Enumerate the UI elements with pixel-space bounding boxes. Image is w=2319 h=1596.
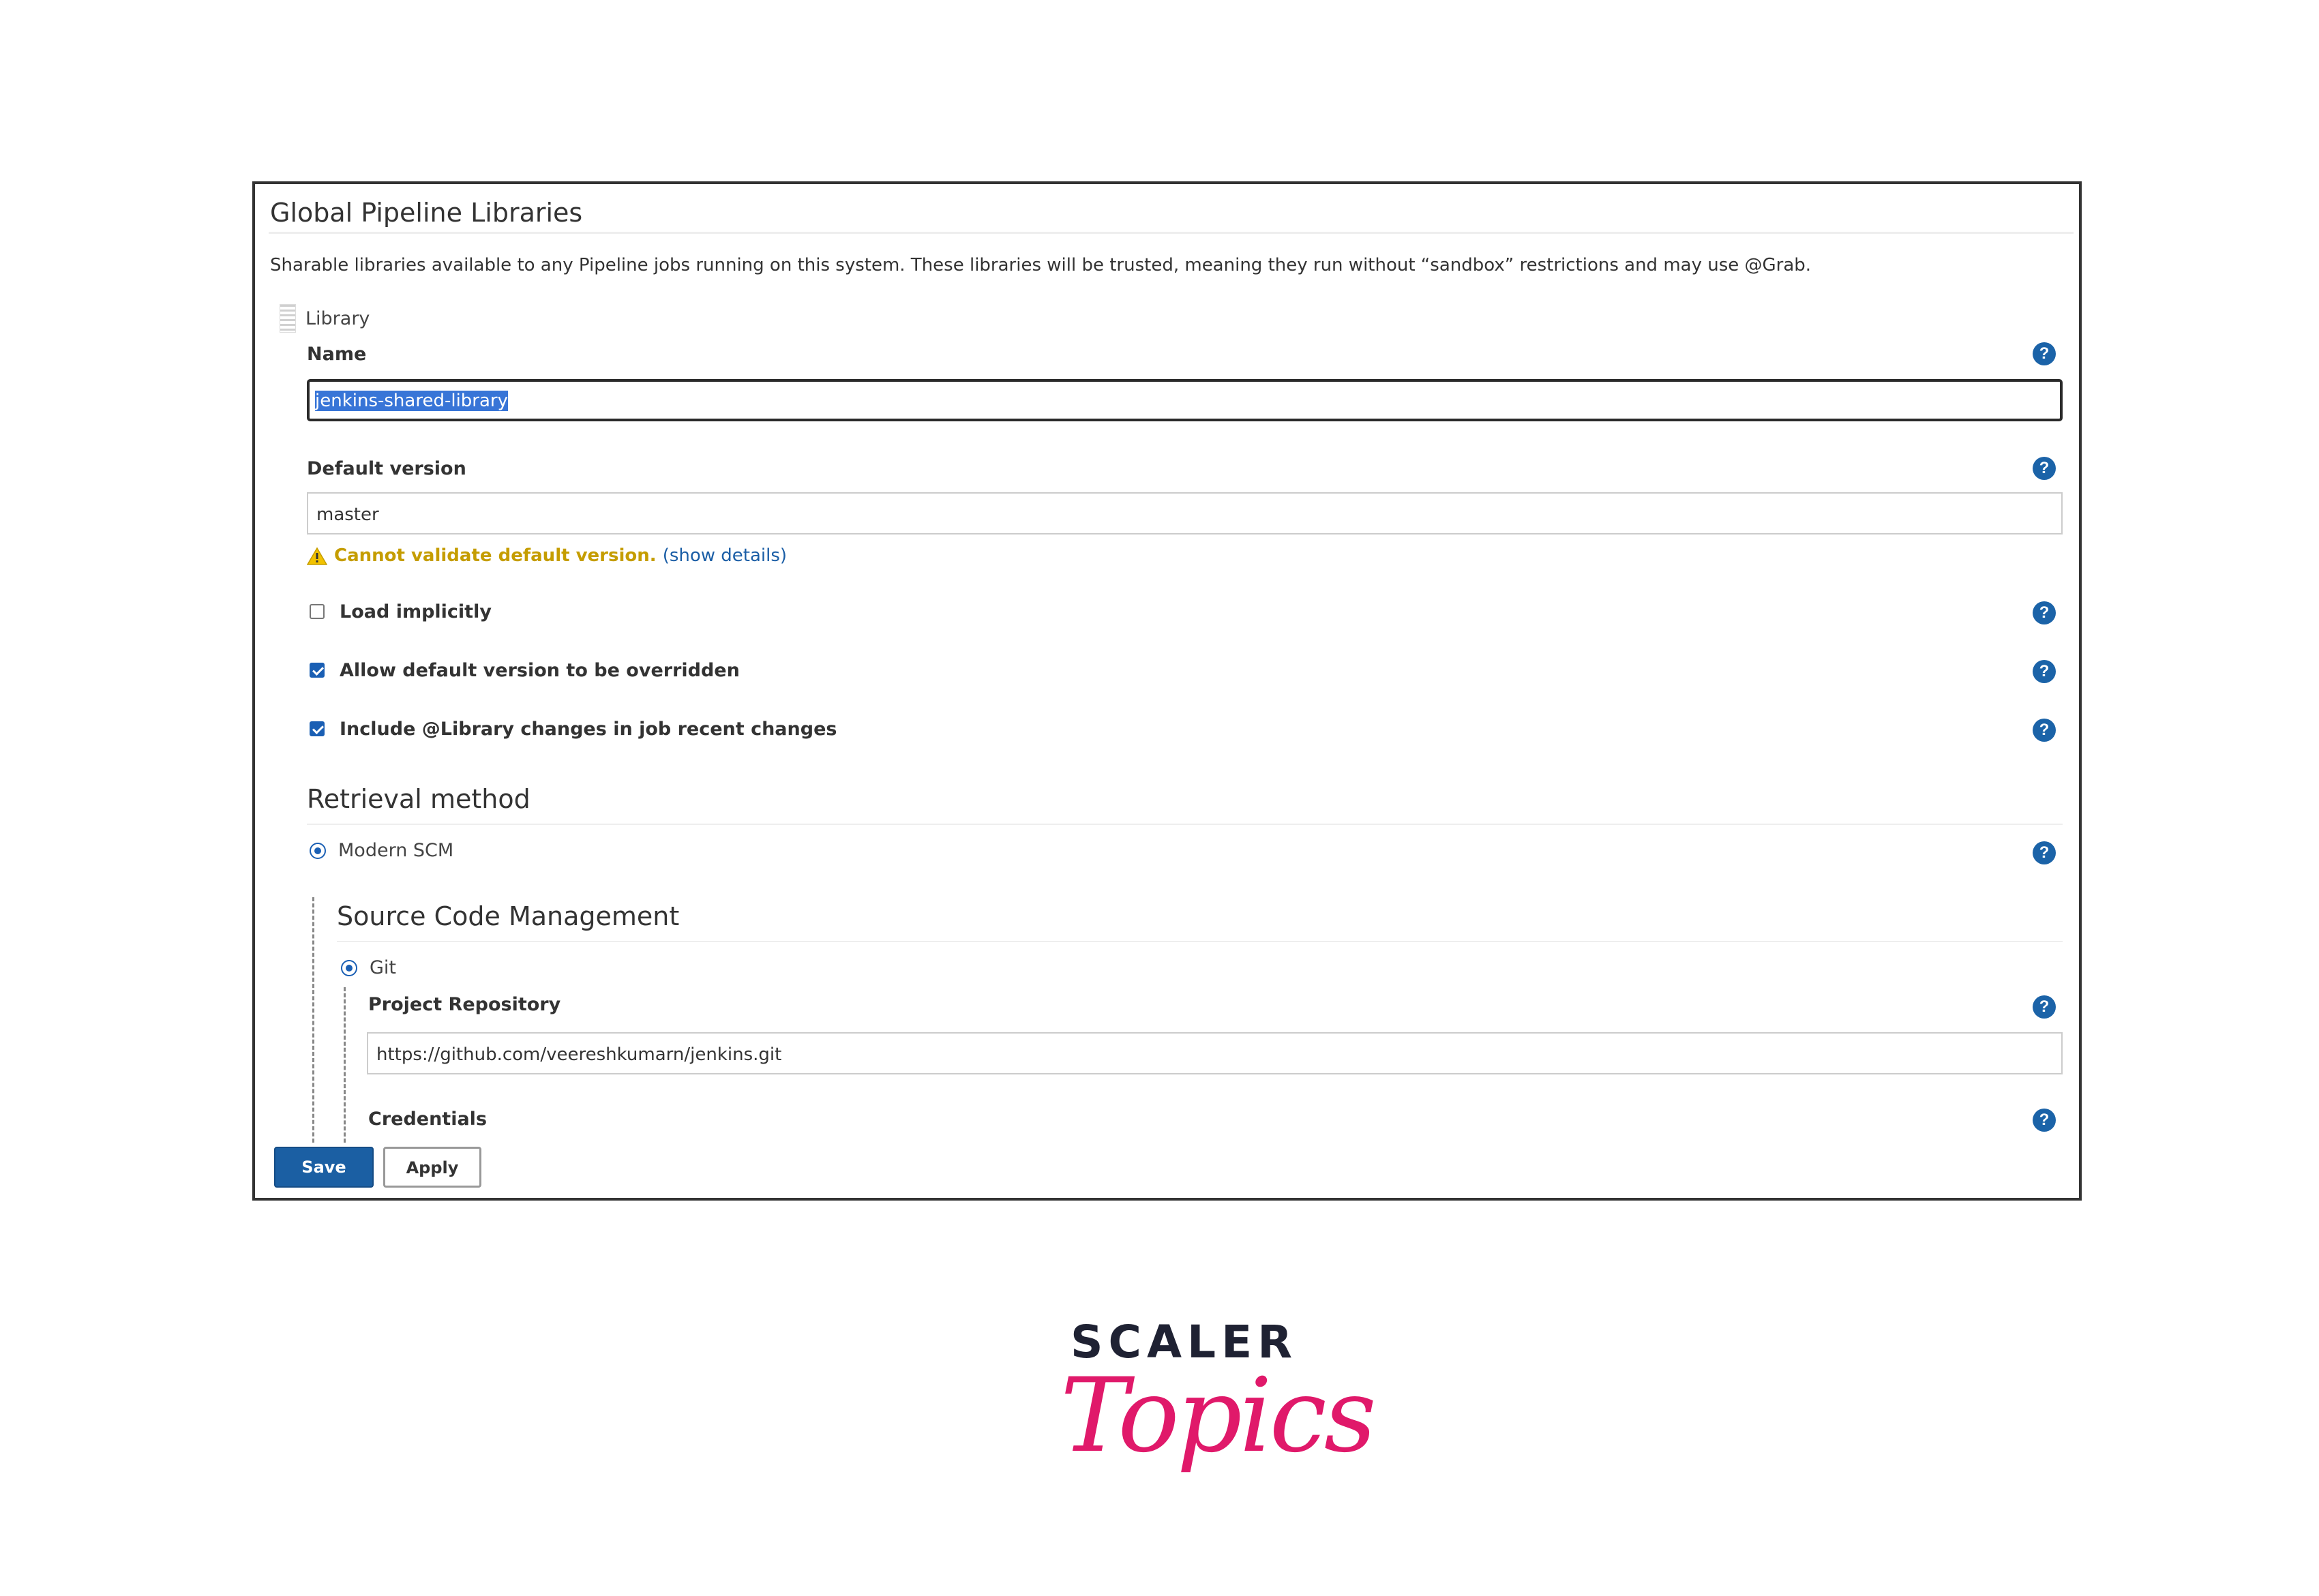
modern-scm-help-icon[interactable]: ? [2033, 841, 2056, 864]
panel-description: Sharable libraries available to any Pipe… [270, 255, 1812, 275]
retrieval-method-heading: Retrieval method [307, 784, 530, 814]
warning-icon [307, 547, 327, 565]
save-button[interactable]: Save [274, 1147, 374, 1188]
credentials-help-icon[interactable]: ? [2033, 1109, 2056, 1132]
title-divider [269, 232, 2074, 234]
scm-divider [337, 941, 2063, 942]
drag-handle-icon[interactable] [280, 304, 296, 333]
retrieval-divider [307, 824, 2063, 825]
modern-scm-nesting-line [312, 897, 314, 1143]
include-changes-checkbox[interactable] [310, 721, 325, 736]
include-changes-label: Include @Library changes in job recent c… [340, 719, 837, 740]
allow-override-checkbox[interactable] [310, 663, 325, 678]
global-pipeline-libraries-panel: Global Pipeline Libraries Sharable libra… [252, 181, 2082, 1201]
name-input-value: jenkins-shared-library [315, 391, 508, 411]
panel-title: Global Pipeline Libraries [270, 198, 583, 228]
project-repository-label: Project Repository [368, 994, 561, 1015]
credentials-label: Credentials [368, 1109, 488, 1130]
project-repository-help-icon[interactable]: ? [2033, 995, 2056, 1019]
load-implicitly-help-icon[interactable]: ? [2033, 601, 2056, 624]
default-version-input[interactable]: master [307, 492, 2063, 534]
validation-warning: Cannot validate default version. (show d… [334, 545, 787, 566]
modern-scm-radio[interactable] [310, 843, 326, 859]
load-implicitly-label: Load implicitly [340, 601, 492, 622]
warning-message: Cannot validate default version. [334, 545, 657, 566]
allow-override-help-icon[interactable]: ? [2033, 660, 2056, 683]
default-version-label: Default version [307, 458, 466, 479]
scm-heading: Source Code Management [337, 901, 680, 931]
git-nesting-line [344, 987, 346, 1143]
default-version-input-value: master [316, 505, 379, 525]
load-implicitly-checkbox[interactable] [310, 604, 325, 619]
allow-override-label: Allow default version to be overridden [340, 660, 740, 681]
name-help-icon[interactable]: ? [2033, 342, 2056, 365]
include-changes-help-icon[interactable]: ? [2033, 719, 2056, 742]
git-radio[interactable] [341, 960, 357, 976]
project-repository-input[interactable]: https://github.com/veereshkumarn/jenkins… [367, 1032, 2063, 1074]
apply-button[interactable]: Apply [383, 1147, 481, 1188]
topics-logo-text: Topics [1060, 1357, 1377, 1475]
git-label: Git [370, 957, 397, 978]
default-version-help-icon[interactable]: ? [2033, 457, 2056, 480]
modern-scm-label: Modern SCM [338, 840, 454, 861]
library-section-label: Library [305, 308, 370, 329]
name-input[interactable]: jenkins-shared-library [307, 379, 2063, 421]
name-label: Name [307, 344, 367, 365]
project-repository-value: https://github.com/veereshkumarn/jenkins… [376, 1044, 782, 1065]
show-details-link[interactable]: (show details) [663, 545, 787, 566]
